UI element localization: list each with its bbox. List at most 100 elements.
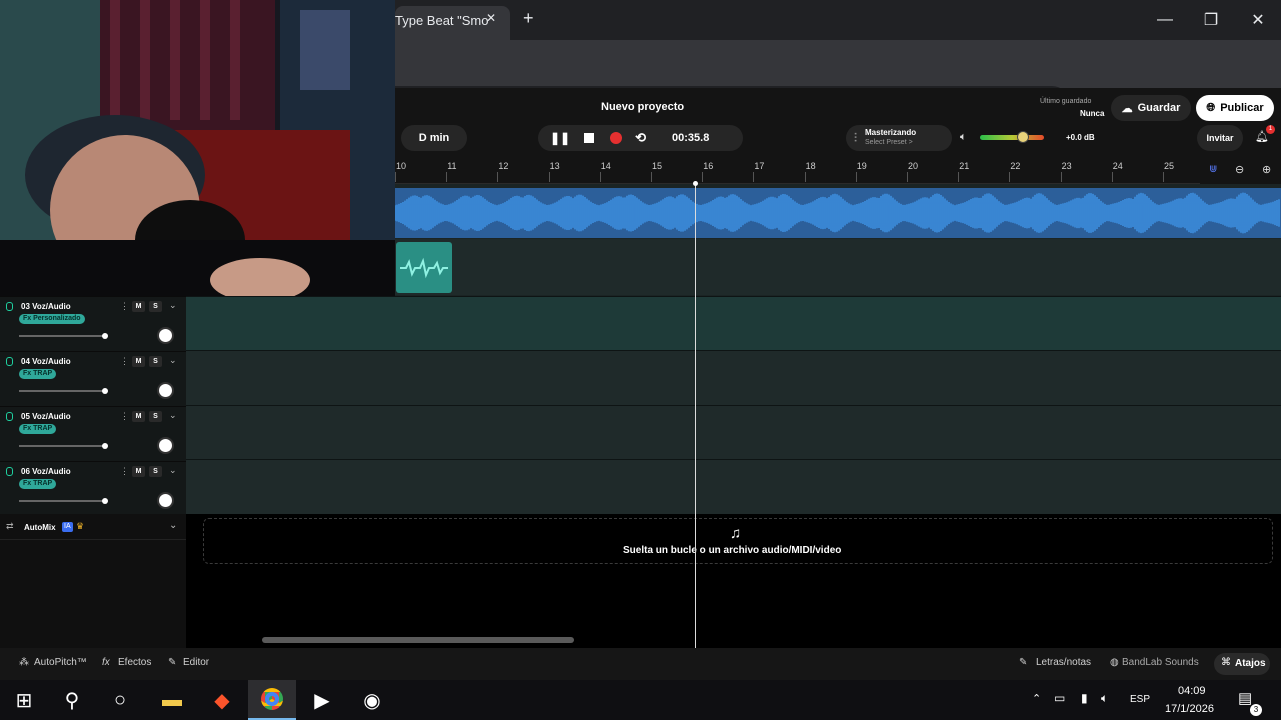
- playhead[interactable]: [695, 183, 696, 648]
- solo-button[interactable]: S: [149, 466, 162, 477]
- solo-button[interactable]: S: [149, 301, 162, 312]
- shortcuts-button[interactable]: ⌘ Atajos: [1214, 653, 1270, 675]
- pan-knob[interactable]: [157, 437, 174, 454]
- save-button[interactable]: ☁ Guardar: [1111, 95, 1191, 121]
- network-icon[interactable]: ▭: [1054, 691, 1065, 705]
- minimize-button[interactable]: —: [1142, 0, 1188, 40]
- track-volume-slider[interactable]: [19, 333, 108, 339]
- windows-start-icon[interactable]: ⊞: [0, 680, 48, 720]
- maximize-button[interactable]: ❐: [1188, 0, 1234, 40]
- editor-button[interactable]: Editor: [183, 657, 209, 668]
- track-header-4[interactable]: 04 Voz/Audio ⋮ M S ⌄ Fx TRAP: [0, 351, 186, 406]
- fx-preset-tag[interactable]: Fx Personalizado: [19, 314, 85, 324]
- pan-knob[interactable]: [157, 492, 174, 509]
- track-name[interactable]: 03 Voz/Audio: [21, 302, 71, 311]
- track-volume-slider[interactable]: [19, 388, 108, 394]
- obs-icon[interactable]: ◉: [348, 680, 396, 720]
- fx-preset-tag[interactable]: Fx TRAP: [19, 369, 57, 379]
- track-menu-icon[interactable]: ⋮: [120, 301, 129, 312]
- track-lane-2[interactable]: [395, 239, 1281, 295]
- ruler-bar-label: 13: [549, 161, 560, 171]
- audio-region-vocal[interactable]: [396, 242, 452, 293]
- slider-handle[interactable]: [102, 443, 108, 449]
- automix-row[interactable]: ⇄ AutoMix IA ♛ ⌄: [0, 514, 186, 540]
- slider-handle[interactable]: [102, 498, 108, 504]
- mute-button[interactable]: M: [132, 356, 145, 367]
- project-title[interactable]: Nuevo proyecto: [601, 101, 684, 113]
- mute-button[interactable]: M: [132, 466, 145, 477]
- track-name[interactable]: 06 Voz/Audio: [21, 467, 71, 476]
- track-lane-3[interactable]: [186, 296, 1281, 350]
- playhead-handle[interactable]: [693, 181, 698, 186]
- track-menu-icon[interactable]: ⋮: [120, 466, 129, 477]
- tray-chevron-icon[interactable]: ⌃: [1032, 692, 1041, 705]
- pen-icon[interactable]: ▮: [1081, 691, 1088, 705]
- slider-handle[interactable]: [102, 388, 108, 394]
- track-header-6[interactable]: 06 Voz/Audio ⋮ M S ⌄ Fx TRAP: [0, 461, 186, 516]
- track-lane-6[interactable]: [186, 459, 1281, 514]
- clock-time[interactable]: 04:09: [1178, 685, 1206, 697]
- invite-button[interactable]: Invitar: [1197, 125, 1243, 151]
- audio-region-beat[interactable]: [394, 188, 1281, 238]
- loop-icon[interactable]: ⟲: [635, 130, 646, 146]
- zoom-out-icon[interactable]: ⊖: [1235, 163, 1244, 176]
- search-icon[interactable]: ⚲: [48, 680, 96, 720]
- track-menu-icon[interactable]: ⋮: [120, 411, 129, 422]
- webcam-overlay: [0, 0, 395, 296]
- pan-knob[interactable]: [157, 382, 174, 399]
- track-menu-icon[interactable]: ⋮: [120, 356, 129, 367]
- track-volume-slider[interactable]: [19, 498, 108, 504]
- track-header-5[interactable]: 05 Voz/Audio ⋮ M S ⌄ Fx TRAP: [0, 406, 186, 461]
- volume-icon[interactable]: 🔈︎: [1101, 691, 1108, 706]
- speaker-icon[interactable]: 🔈︎: [960, 131, 967, 144]
- brave-browser-icon[interactable]: ◆: [198, 680, 246, 720]
- horizontal-scrollbar[interactable]: [262, 637, 574, 643]
- magnet-snap-icon[interactable]: ⋓: [1209, 164, 1217, 175]
- effects-button[interactable]: Efectos: [118, 657, 151, 668]
- zoom-in-icon[interactable]: ⊕: [1262, 163, 1271, 176]
- bandlab-sounds-button[interactable]: BandLab Sounds: [1122, 657, 1199, 668]
- mute-button[interactable]: M: [132, 301, 145, 312]
- tab-close-icon[interactable]: ✕: [486, 11, 496, 25]
- chevron-down-icon[interactable]: ⌄: [169, 300, 177, 311]
- track-name[interactable]: 05 Voz/Audio: [21, 412, 71, 421]
- chevron-down-icon[interactable]: ⌄: [169, 520, 177, 531]
- file-explorer-icon[interactable]: ▬: [148, 680, 196, 720]
- chevron-down-icon[interactable]: ⌄: [169, 410, 177, 421]
- lyrics-button[interactable]: Letras/notas: [1036, 657, 1091, 668]
- pan-knob[interactable]: [157, 327, 174, 344]
- time-display: 00:35.8: [672, 132, 710, 144]
- language-indicator[interactable]: ESP: [1130, 694, 1150, 705]
- mastering-button[interactable]: ⫶ Masterizando Select Preset >: [846, 125, 952, 151]
- volume-handle[interactable]: [1017, 131, 1029, 143]
- solo-button[interactable]: S: [149, 356, 162, 367]
- drop-zone[interactable]: ♫ Suelta un bucle o un archivo audio/MID…: [203, 518, 1273, 564]
- stop-icon[interactable]: [584, 133, 595, 143]
- action-center-icon[interactable]: ▤: [1238, 689, 1252, 707]
- cortana-icon[interactable]: ○: [96, 680, 144, 720]
- master-volume-slider[interactable]: [980, 131, 1044, 143]
- autopitch-button[interactable]: AutoPitch™: [34, 657, 87, 668]
- key-selector[interactable]: D min: [401, 125, 467, 151]
- track-lane-4[interactable]: [186, 350, 1281, 405]
- close-window-button[interactable]: ✕: [1235, 0, 1281, 40]
- track-volume-slider[interactable]: [19, 443, 108, 449]
- solo-button[interactable]: S: [149, 411, 162, 422]
- timeline-ruler[interactable]: 10 11 12 13 14 15 16 17 18 19 20 21 22 23 24 25: [395, 156, 1281, 184]
- track-name[interactable]: 04 Voz/Audio: [21, 357, 71, 366]
- fx-preset-tag[interactable]: Fx TRAP: [19, 479, 57, 489]
- media-player-icon[interactable]: ▶: [298, 680, 346, 720]
- publish-button[interactable]: 🌐︎ Publicar: [1196, 95, 1274, 121]
- chrome-icon[interactable]: [248, 680, 296, 720]
- pause-icon[interactable]: ❚❚: [550, 131, 570, 145]
- chevron-down-icon[interactable]: ⌄: [169, 465, 177, 476]
- clock-date[interactable]: 17/1/2026: [1165, 703, 1214, 715]
- fx-preset-tag[interactable]: Fx TRAP: [19, 424, 57, 434]
- record-icon[interactable]: [610, 132, 623, 144]
- chevron-down-icon[interactable]: ⌄: [169, 355, 177, 366]
- track-header-3[interactable]: 03 Voz/Audio ⋮ M S ⌄ Fx Personalizado: [0, 296, 186, 351]
- slider-handle[interactable]: [102, 333, 108, 339]
- mute-button[interactable]: M: [132, 411, 145, 422]
- new-tab-button[interactable]: +: [523, 8, 534, 29]
- track-lane-5[interactable]: [186, 405, 1281, 459]
